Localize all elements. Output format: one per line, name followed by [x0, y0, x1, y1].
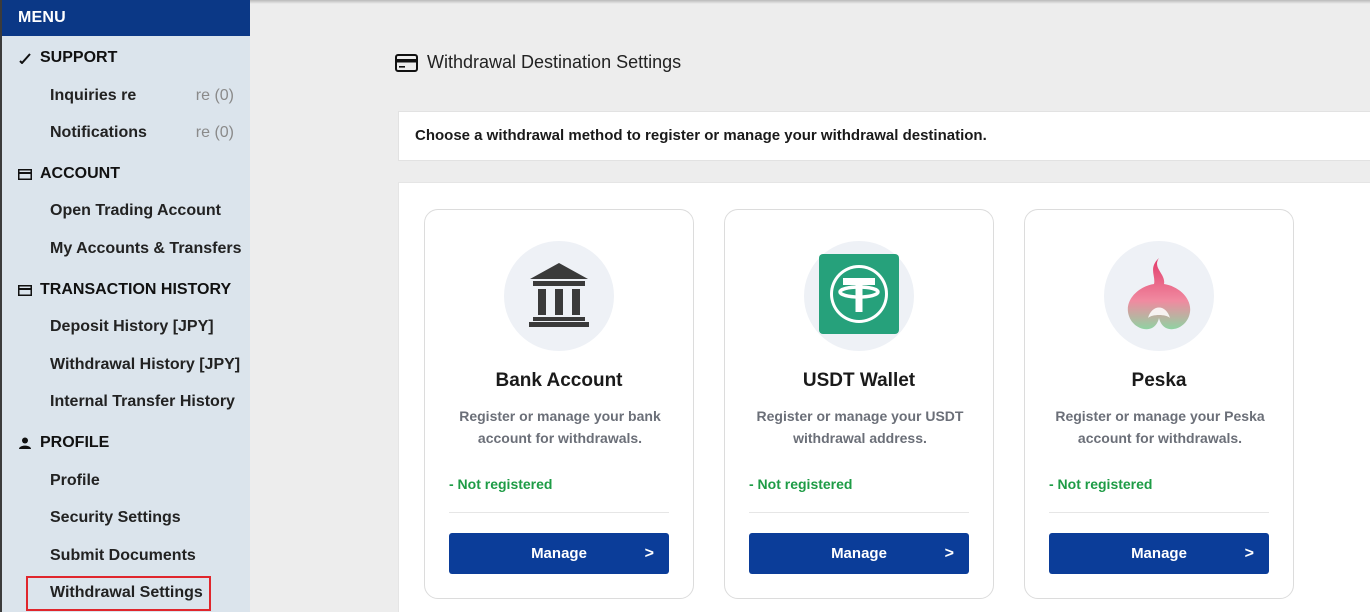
sidebar-item-label: Internal Transfer History	[50, 393, 235, 410]
sidebar-item-profile[interactable]: Profile	[2, 466, 250, 496]
registration-status: - Not registered	[749, 476, 853, 492]
card-description: Register or manage your bank account for…	[459, 408, 661, 446]
sidebar-item-withdrawal-settings[interactable]: Withdrawal Settings	[2, 576, 250, 611]
manage-peska-button[interactable]: Manage >	[1049, 533, 1269, 574]
card-icon	[16, 168, 34, 180]
section-support: SUPPORT	[2, 43, 250, 73]
manage-button-label: Manage	[831, 545, 887, 562]
registration-status: - Not registered	[1049, 476, 1153, 492]
peska-card: Peska Register or manage your Peska acco…	[1024, 209, 1294, 599]
sidebar-item-inquiries[interactable]: Inquiries re re (0)	[2, 81, 250, 111]
section-title-label: TRANSACTION HISTORY	[40, 281, 232, 298]
peska-logo	[1104, 241, 1214, 351]
sidebar-item-label: Submit Documents	[50, 547, 196, 564]
sidebar-item-submit-documents[interactable]: Submit Documents	[2, 541, 250, 571]
top-bar-shadow	[250, 0, 1370, 4]
card-description: Register or manage your USDT withdrawal …	[756, 408, 964, 446]
sidebar-item-notifications[interactable]: Notifications re (0)	[2, 118, 250, 148]
sidebar: MENU SUPPORT Inquiries re re (0) Notific…	[0, 0, 250, 612]
chevron-right-icon: >	[1244, 545, 1254, 562]
menu-header: MENU	[2, 0, 250, 36]
bank-icon	[528, 261, 590, 332]
manage-usdt-wallet-button[interactable]: Manage >	[749, 533, 969, 574]
sidebar-item-label: Deposit History [JPY]	[50, 318, 214, 335]
card-divider	[449, 512, 669, 513]
sidebar-item-internal-transfer-history[interactable]: Internal Transfer History	[2, 387, 250, 417]
chevron-right-icon: >	[944, 545, 954, 562]
sidebar-item-security-settings[interactable]: Security Settings	[2, 503, 250, 533]
active-item-highlight	[26, 576, 211, 611]
card-description: Register or manage your Peska account fo…	[1055, 408, 1265, 446]
page-title: Withdrawal Destination Settings	[395, 52, 681, 73]
sidebar-item-deposit-history[interactable]: Deposit History [JPY]	[2, 312, 250, 342]
sidebar-item-withdrawal-history[interactable]: Withdrawal History [JPY]	[2, 350, 250, 380]
sidebar-item-label: Open Trading Account	[50, 202, 221, 219]
card-divider	[749, 512, 969, 513]
section-transaction-history: TRANSACTION HISTORY	[2, 275, 250, 305]
chevron-right-icon: >	[644, 545, 654, 562]
section-profile: PROFILE	[2, 428, 250, 458]
registration-status: - Not registered	[449, 476, 553, 492]
usdt-logo	[804, 241, 914, 351]
sidebar-item-label: Inquiries re	[50, 87, 137, 104]
person-icon	[16, 437, 34, 449]
sidebar-item-label: My Accounts & Transfers	[50, 240, 242, 257]
sidebar-item-label: Profile	[50, 472, 100, 489]
instruction-bar: Choose a withdrawal method to register o…	[398, 111, 1370, 161]
manage-button-label: Manage	[1131, 545, 1187, 562]
sidebar-item-my-accounts[interactable]: My Accounts & Transfers	[2, 234, 250, 264]
card-title: Peska	[1131, 370, 1187, 391]
manage-button-label: Manage	[531, 545, 587, 562]
sidebar-item-label: Notifications	[50, 124, 147, 141]
credit-card-icon	[395, 53, 418, 72]
inquiries-count: re (0)	[195, 87, 234, 104]
sidebar-item-open-trading-account[interactable]: Open Trading Account	[2, 196, 250, 226]
card-title: USDT Wallet	[802, 370, 916, 391]
sidebar-item-label: Withdrawal History [JPY]	[50, 356, 241, 373]
section-title-label: ACCOUNT	[40, 165, 120, 182]
check-icon	[16, 52, 34, 64]
sidebar-item-label: Security Settings	[50, 509, 181, 526]
card-icon	[16, 284, 34, 296]
card-divider	[1049, 512, 1269, 513]
usdt-wallet-card: USDT Wallet Register or manage your USDT…	[724, 209, 994, 599]
bank-logo	[504, 241, 614, 351]
section-account: ACCOUNT	[2, 159, 250, 189]
peska-icon	[1122, 254, 1196, 339]
section-title-label: PROFILE	[40, 434, 110, 451]
usdt-icon	[819, 253, 899, 339]
card-title: Bank Account	[495, 370, 623, 391]
manage-bank-account-button[interactable]: Manage >	[449, 533, 669, 574]
section-title-label: SUPPORT	[40, 49, 118, 66]
page-title-text: Withdrawal Destination Settings	[427, 52, 682, 72]
bank-account-card: Bank Account Register or manage your ban…	[424, 209, 694, 599]
notifications-count: re (0)	[195, 124, 234, 141]
